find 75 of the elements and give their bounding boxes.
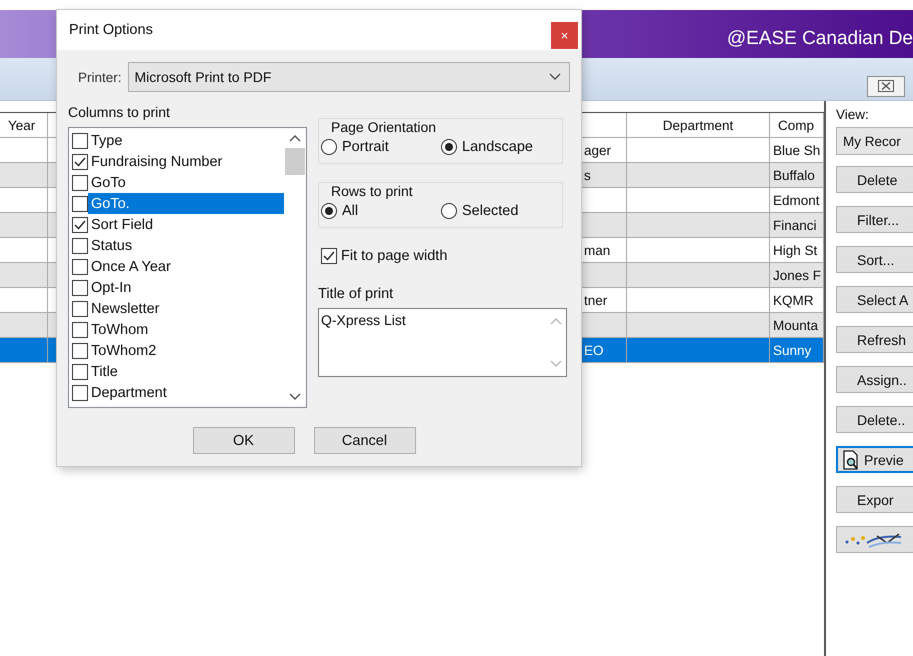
list-item[interactable]: Type <box>88 130 284 151</box>
dialog-button[interactable]: OK <box>192 427 294 454</box>
list-item[interactable]: Status <box>88 235 284 256</box>
list-item[interactable]: Newsletter <box>88 298 284 319</box>
checkbox[interactable] <box>72 174 88 190</box>
list-item[interactable]: Department <box>88 382 284 403</box>
printer-dropdown[interactable]: Microsoft Print to PDF <box>128 62 570 92</box>
checkbox[interactable] <box>72 322 88 338</box>
dialog-button[interactable]: Cancel <box>314 427 416 454</box>
printer-label: Printer: <box>78 70 122 84</box>
scroll-down-icon <box>550 360 562 368</box>
check-icon <box>323 251 335 261</box>
list-item[interactable]: Once A Year <box>88 256 284 277</box>
list-item[interactable]: GoTo <box>88 172 284 193</box>
checkbox[interactable] <box>72 238 88 254</box>
list-item[interactable]: Sort Field <box>88 214 284 235</box>
action-button[interactable]: Sort... <box>836 246 913 273</box>
columns-label: Columns to print <box>68 104 171 120</box>
app-title: @EASE Canadian De <box>726 28 913 50</box>
chevron-down-icon <box>549 73 561 81</box>
checkbox[interactable] <box>72 154 88 170</box>
fit-checkbox[interactable]: Fit to page width <box>318 248 567 264</box>
document-magnifier-icon <box>842 450 860 470</box>
list-item[interactable]: Opt-In <box>88 277 284 298</box>
column-header[interactable]: Year <box>0 113 48 138</box>
table-cell: Jones F <box>770 263 824 288</box>
scroll-up-icon <box>289 134 301 142</box>
checkbox[interactable] <box>72 132 88 148</box>
close-button[interactable] <box>867 76 905 96</box>
checkbox[interactable] <box>72 258 88 274</box>
action-button[interactable]: Assign.. <box>836 366 913 393</box>
group-label: Rows to print <box>329 183 415 199</box>
view-dropdown[interactable]: My Recor <box>836 127 913 155</box>
title-label: Title of print <box>318 286 394 302</box>
action-button[interactable]: Delete <box>836 166 913 193</box>
action-button[interactable]: Refresh <box>836 326 913 353</box>
radio-button[interactable]: All <box>321 203 441 219</box>
list-item[interactable]: ToWhom2 <box>88 340 284 361</box>
close-button[interactable]: × <box>551 22 578 48</box>
checkbox[interactable] <box>72 196 88 212</box>
scroll-up-icon <box>550 317 562 325</box>
group-label: Page Orientation <box>329 119 438 135</box>
scroll-down-icon <box>289 393 301 401</box>
radio-button[interactable]: Landscape <box>441 139 561 155</box>
scrollbar-thumb[interactable] <box>285 148 305 175</box>
check-icon <box>74 156 86 166</box>
table-cell: Buffalo <box>770 163 824 188</box>
action-button[interactable]: Select A <box>836 286 913 313</box>
action-button[interactable]: Filter... <box>836 206 913 233</box>
check-icon <box>74 220 86 230</box>
column-header[interactable]: Comp <box>770 113 824 138</box>
preview-button[interactable]: Previe <box>836 446 913 473</box>
list-item[interactable]: ToWhom <box>88 319 284 340</box>
list-item[interactable]: Fundraising Number <box>88 151 284 172</box>
close-icon <box>878 80 894 92</box>
checkbox[interactable] <box>72 280 88 296</box>
dialog-title: Print Options <box>69 22 153 38</box>
action-button[interactable]: Expor <box>836 486 913 513</box>
action-button[interactable]: Delete.. <box>836 406 913 433</box>
checkbox[interactable] <box>72 342 88 358</box>
list-item[interactable]: Title <box>88 361 284 382</box>
column-header[interactable]: Department <box>627 113 770 138</box>
table-cell: Financi <box>770 213 824 238</box>
list-item[interactable]: GoTo. <box>88 193 284 214</box>
title-field[interactable]: Q-Xpress List <box>318 308 567 377</box>
envelope-swoosh-icon <box>843 530 903 548</box>
radio-button[interactable]: Portrait <box>321 139 441 155</box>
view-label: View: <box>836 107 870 122</box>
image-button[interactable] <box>836 526 913 553</box>
table-cell: Sunny <box>770 338 824 363</box>
radio-button[interactable]: Selected <box>441 203 561 219</box>
checkbox[interactable] <box>72 384 88 400</box>
checkbox[interactable] <box>72 216 88 232</box>
checkbox[interactable] <box>72 300 88 316</box>
checkbox[interactable] <box>72 364 88 380</box>
